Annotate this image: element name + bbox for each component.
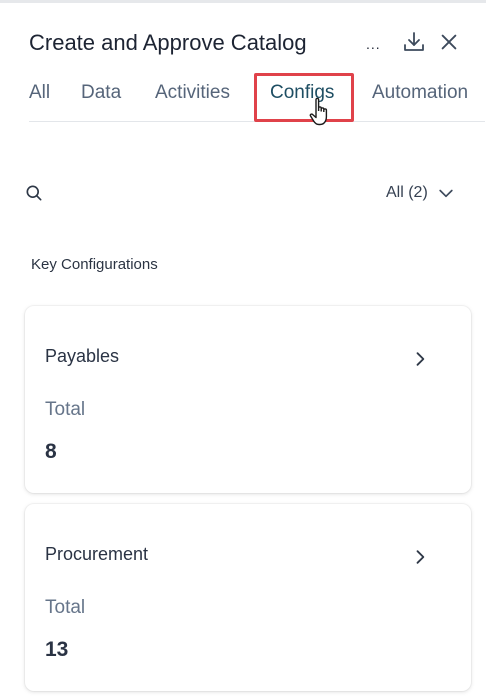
download-icon — [404, 32, 424, 51]
card-total-label: Total — [45, 399, 86, 420]
title-ellipsis: ... — [366, 36, 381, 52]
filter-label: All (2) — [386, 184, 428, 201]
chevron-right-icon — [416, 352, 425, 366]
search-button[interactable] — [24, 183, 44, 208]
search-icon — [26, 185, 42, 201]
section-title: Key Configurations — [31, 256, 158, 273]
config-card-procurement[interactable]: Procurement Total 13 — [25, 504, 471, 691]
chevron-right-icon — [416, 550, 425, 564]
close-button[interactable] — [436, 29, 462, 55]
hand-cursor-icon — [309, 97, 328, 126]
tab-automation[interactable]: Automation — [372, 82, 468, 104]
config-card-payables[interactable]: Payables Total 8 — [25, 306, 471, 493]
card-total-label: Total — [45, 597, 86, 618]
card-total-value: 8 — [45, 440, 57, 463]
card-title: Procurement — [45, 544, 149, 564]
tab-all[interactable]: All — [29, 82, 50, 104]
download-button[interactable] — [401, 29, 427, 55]
top-divider — [0, 0, 486, 3]
panel-title: Create and Approve Catalog — [29, 30, 307, 55]
card-title: Payables — [45, 346, 120, 366]
close-icon — [441, 34, 457, 50]
tab-data[interactable]: Data — [81, 82, 121, 104]
chevron-down-icon — [439, 189, 453, 198]
filter-dropdown[interactable]: All (2) — [386, 183, 456, 203]
tab-activities[interactable]: Activities — [155, 82, 230, 104]
tab-highlight-box — [254, 73, 354, 122]
card-total-value: 13 — [45, 638, 69, 661]
